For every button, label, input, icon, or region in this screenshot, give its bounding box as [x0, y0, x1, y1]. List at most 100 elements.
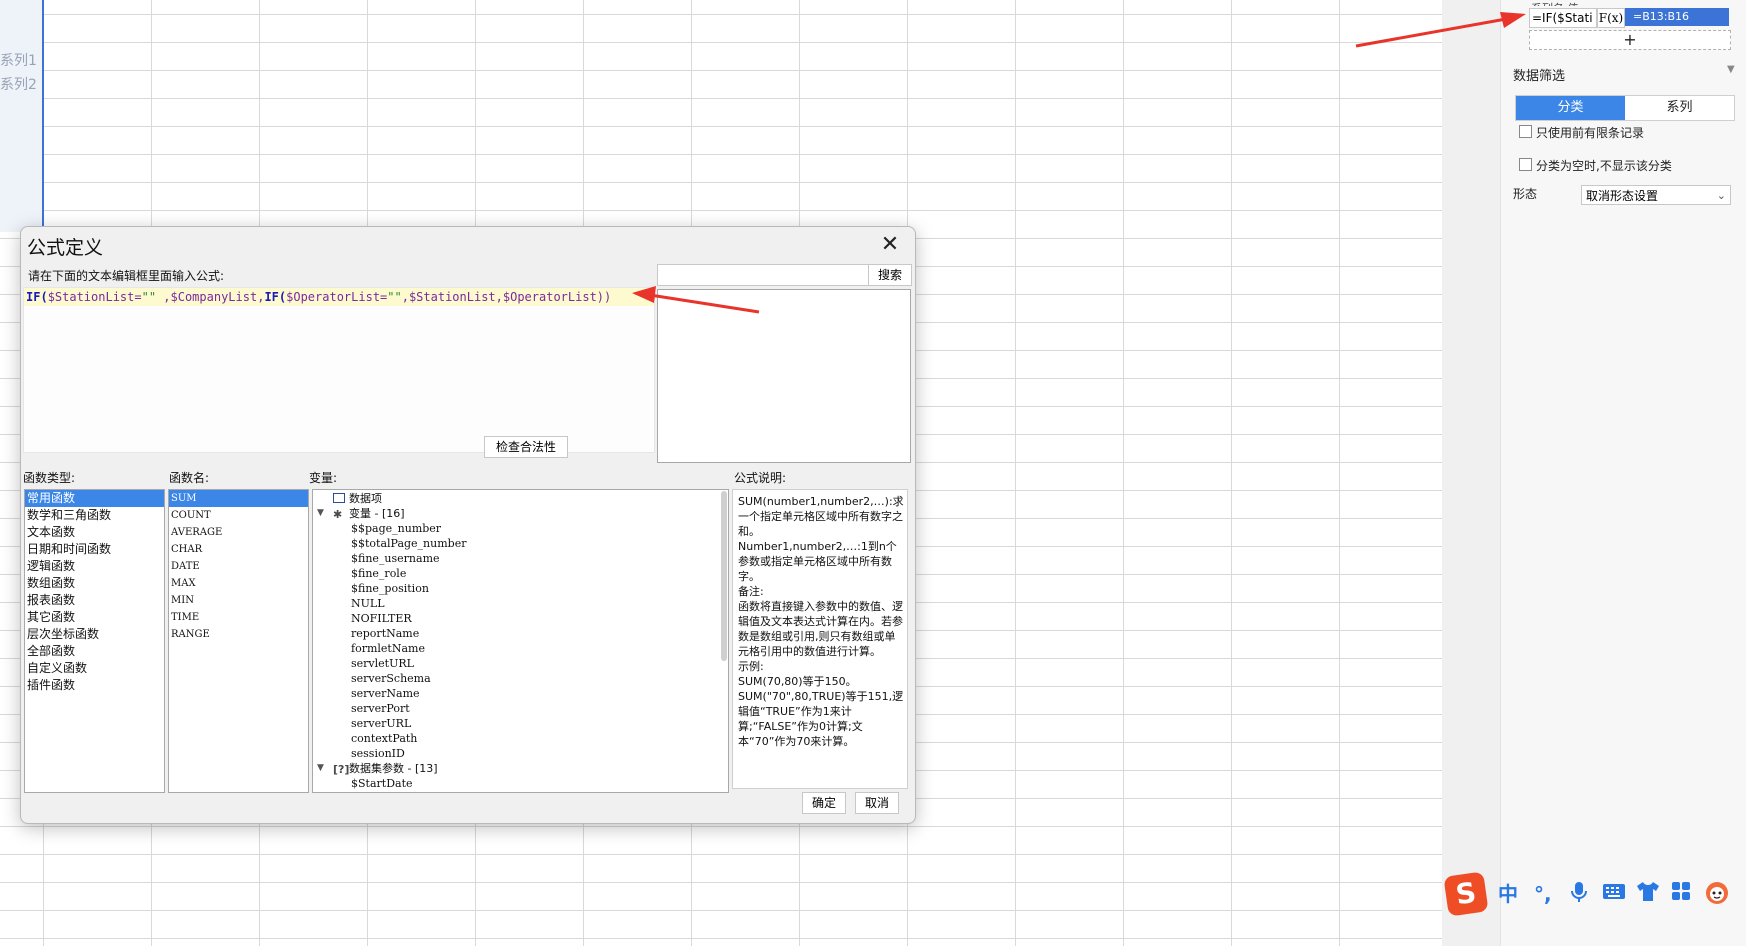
tab-series[interactable]: 系列	[1625, 96, 1734, 120]
list-item[interactable]: 自定义函数	[25, 660, 164, 677]
tree-data-item[interactable]: 数据项	[313, 491, 728, 506]
shape-select[interactable]: 取消形态设置 ⌄	[1581, 185, 1731, 205]
shirt-icon[interactable]	[1636, 880, 1660, 909]
list-item[interactable]: 数学和三角函数	[25, 507, 164, 524]
cancel-button[interactable]: 取消	[855, 792, 899, 814]
fx-button[interactable]: F(x)	[1597, 8, 1625, 28]
list-item[interactable]: 日期和时间函数	[25, 541, 164, 558]
description-line: SUM("70",80,TRUE)等于151,逻辑值“TRUE”作为1来计算;“…	[738, 690, 904, 748]
mascot-icon[interactable]	[1704, 880, 1730, 913]
list-item[interactable]: TIME	[169, 609, 308, 626]
list-item[interactable]: 其它函数	[25, 609, 164, 626]
tree-leaf[interactable]: reportName	[313, 626, 728, 641]
ime-lang-toggle[interactable]: 中	[1498, 880, 1518, 908]
list-item[interactable]: 全部函数	[25, 643, 164, 660]
tree-leaf[interactable]: $fine_username	[313, 551, 728, 566]
tree-leaf[interactable]: formletName	[313, 641, 728, 656]
tree-leaf[interactable]: servletURL	[313, 656, 728, 671]
parameter-icon: [?]	[333, 763, 350, 776]
list-item[interactable]: MIN	[169, 592, 308, 609]
list-item[interactable]: AVERAGE	[169, 524, 308, 541]
tree-leaf[interactable]: sessionID	[313, 746, 728, 761]
tree-leaf[interactable]: $StartDate	[313, 776, 728, 791]
limit-records-option[interactable]: 只使用前有限条记录	[1519, 124, 1644, 141]
description-label: 公式说明:	[734, 471, 787, 485]
func-type-label: 函数类型:	[23, 471, 76, 485]
tree-leaf[interactable]: $fine_position	[313, 581, 728, 596]
list-item[interactable]: COUNT	[169, 507, 308, 524]
variables-tree[interactable]: 数据项 ▼ ✱ 变量 - [16] $$page_number $$totalPag…	[312, 489, 729, 793]
search-results-list[interactable]	[657, 289, 911, 463]
formula-var-tail: ,$StationList,$OperatorList))	[401, 290, 612, 304]
list-item[interactable]: MAX	[169, 575, 308, 592]
chevron-down-icon[interactable]: ▼	[317, 761, 324, 776]
chart-preview-area[interactable]: 系列1 系列2	[0, 0, 44, 232]
limit-records-checkbox[interactable]	[1519, 125, 1532, 138]
chevron-down-icon[interactable]: ▼	[317, 506, 324, 521]
hide-empty-category-checkbox[interactable]	[1519, 158, 1532, 171]
tree-leaf[interactable]: NULL	[313, 596, 728, 611]
formula-str-2: ""	[387, 290, 402, 304]
tree-leaf[interactable]: serverPort	[313, 701, 728, 716]
formula-editor[interactable]: IF($StationList="" ,$CompanyList,IF($Ope…	[23, 287, 655, 453]
formula-str-1: ""	[141, 290, 157, 304]
legend-series-2: 系列2	[0, 77, 37, 93]
hide-empty-category-option[interactable]: 分类为空时,不显示该分类	[1519, 157, 1672, 174]
sogou-logo-icon[interactable]: S	[1443, 871, 1489, 917]
variable-icon: ✱	[333, 508, 343, 521]
list-item[interactable]: 插件函数	[25, 677, 164, 694]
list-item[interactable]: 层次坐标函数	[25, 626, 164, 643]
tree-leaf[interactable]: serverURL	[313, 716, 728, 731]
tree-leaf[interactable]: $fine_role	[313, 566, 728, 581]
ok-button[interactable]: 确定	[802, 792, 846, 814]
mic-icon[interactable]	[1570, 880, 1588, 911]
list-item[interactable]: RANGE	[169, 626, 308, 643]
description-line: SUM(number1,number2,…):求一个指定单元格区域中所有数字之和…	[738, 495, 904, 538]
data-filter-title: 数据筛选	[1513, 69, 1566, 84]
list-item[interactable]: 文本函数	[25, 524, 164, 541]
tree-leaf[interactable]: NOFILTER	[313, 611, 728, 626]
formula-var-company: ,$CompanyList,	[156, 290, 265, 304]
keyboard-icon[interactable]	[1602, 880, 1626, 909]
formula-kw-if-2: IF(	[264, 290, 287, 304]
series-value-formula[interactable]: =B13:B16	[1625, 8, 1729, 26]
legend-series-1: 系列1	[0, 53, 37, 69]
formula-dialog: 公式定义 ✕ 请在下面的文本编辑框里面输入公式: IF($StationList…	[20, 226, 916, 824]
series-table-header: 系列名 值	[1531, 0, 1741, 6]
tree-var-group[interactable]: ▼ ✱ 变量 - [16]	[313, 506, 728, 521]
tree-leaf[interactable]: serverName	[313, 686, 728, 701]
list-item[interactable]: 逻辑函数	[25, 558, 164, 575]
variables-scrollbar[interactable]	[721, 491, 727, 661]
tree-param-group[interactable]: ▼ [?]数据集参数 - [13]	[313, 761, 728, 776]
func-name-list[interactable]: SUM COUNT AVERAGE CHAR DATE MAX MIN TIME…	[168, 489, 309, 793]
shape-label: 形态	[1513, 187, 1538, 201]
function-search-input[interactable]	[657, 264, 869, 286]
series-name-formula[interactable]: =IF($Stati	[1529, 8, 1597, 28]
close-icon[interactable]: ✕	[875, 231, 905, 259]
func-type-list[interactable]: 常用函数 数学和三角函数 文本函数 日期和时间函数 逻辑函数 数组函数 报表函数…	[24, 489, 165, 793]
list-item[interactable]: DATE	[169, 558, 308, 575]
variables-label: 变量:	[309, 471, 338, 485]
apps-icon[interactable]	[1670, 880, 1692, 909]
tree-leaf[interactable]: contextPath	[313, 731, 728, 746]
list-item[interactable]: 报表函数	[25, 592, 164, 609]
search-button[interactable]: 搜索	[868, 264, 912, 286]
series-formula-row: =IF($Stati F(x) =B13:B16	[1529, 8, 1729, 28]
add-series-button[interactable]: +	[1529, 30, 1731, 50]
dialog-title: 公式定义	[27, 237, 104, 259]
formula-text[interactable]: IF($StationList="" ,$CompanyList,IF($Ope…	[24, 288, 654, 306]
tab-category[interactable]: 分类	[1516, 96, 1625, 120]
panel-gutter	[1442, 0, 1500, 946]
list-item[interactable]: 常用函数	[25, 490, 164, 507]
filter-tabs: 分类 系列	[1515, 95, 1735, 121]
tree-leaf[interactable]: $$totalPage_number	[313, 536, 728, 551]
list-item[interactable]: 数组函数	[25, 575, 164, 592]
tree-leaf[interactable]: serverSchema	[313, 671, 728, 686]
tree-leaf[interactable]: $$page_number	[313, 521, 728, 536]
description-line: Number1,number2,…:1到n个参数或指定单元格区域中所有数字。	[738, 540, 897, 583]
check-validity-button[interactable]: 检查合法性	[484, 436, 568, 458]
ime-punct-toggle[interactable]: °,	[1534, 880, 1552, 908]
collapse-caret-icon[interactable]: ▼	[1727, 64, 1735, 75]
list-item[interactable]: SUM	[169, 490, 308, 507]
list-item[interactable]: CHAR	[169, 541, 308, 558]
